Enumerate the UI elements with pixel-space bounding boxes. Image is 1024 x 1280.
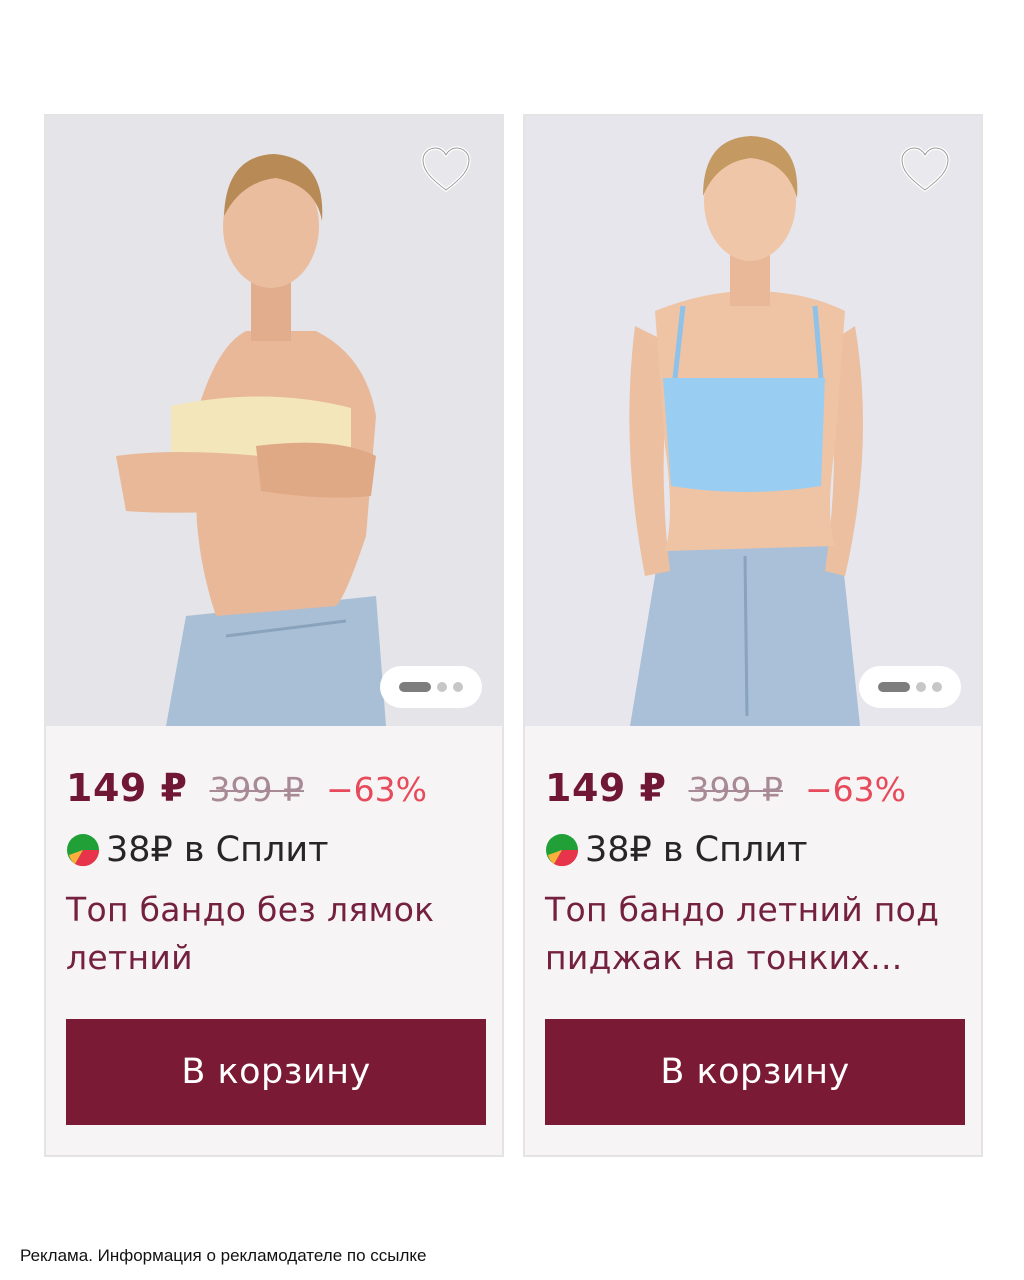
product-card[interactable]: 149 ₽ 399 ₽ −63% 38₽ в Сплит Топ бандо б… (44, 114, 504, 1157)
discount-badge: −63% (325, 770, 427, 809)
add-to-cart-button[interactable]: В корзину (66, 1019, 486, 1125)
split-logo-icon (67, 834, 100, 867)
advertiser-disclaimer[interactable]: Реклама. Информация о рекламодателе по с… (20, 1246, 427, 1266)
split-payment[interactable]: 38₽ в Сплит (66, 830, 329, 870)
favorite-heart-icon[interactable] (899, 146, 951, 194)
old-price: 399 ₽ (209, 770, 304, 809)
discount-badge: −63% (804, 770, 906, 809)
carousel-dot (932, 682, 942, 692)
product-title[interactable]: Топ бандо летний под пиджак на тонких... (545, 886, 965, 982)
carousel-dot-active (399, 682, 431, 692)
carousel-dot-active (878, 682, 910, 692)
old-price: 399 ₽ (688, 770, 783, 809)
current-price: 149 ₽ (66, 766, 188, 810)
carousel-dot (437, 682, 447, 692)
split-label: 38₽ в Сплит (585, 830, 808, 870)
price-row: 149 ₽ 399 ₽ −63% (66, 766, 427, 810)
current-price: 149 ₽ (545, 766, 667, 810)
carousel-indicator[interactable] (380, 666, 482, 708)
split-label: 38₽ в Сплит (106, 830, 329, 870)
favorite-heart-icon[interactable] (420, 146, 472, 194)
split-logo-icon (546, 834, 579, 867)
product-image[interactable] (525, 116, 981, 726)
split-payment[interactable]: 38₽ в Сплит (545, 830, 808, 870)
product-photo-illustration (46, 116, 502, 726)
carousel-indicator[interactable] (859, 666, 961, 708)
top-garment (663, 378, 825, 492)
add-to-cart-button[interactable]: В корзину (545, 1019, 965, 1125)
product-image[interactable] (46, 116, 502, 726)
product-photo-illustration (525, 116, 981, 726)
carousel-dot (916, 682, 926, 692)
product-card[interactable]: 149 ₽ 399 ₽ −63% 38₽ в Сплит Топ бандо л… (523, 114, 983, 1157)
price-row: 149 ₽ 399 ₽ −63% (545, 766, 906, 810)
product-title[interactable]: Топ бандо без лямок летний (66, 886, 486, 982)
carousel-dot (453, 682, 463, 692)
